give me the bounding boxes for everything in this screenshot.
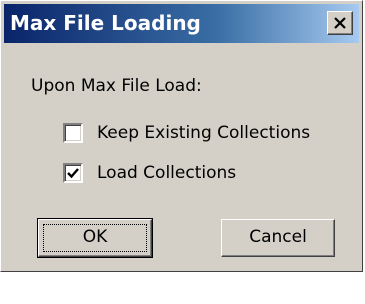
load-collections-checkbox[interactable]: [63, 163, 83, 183]
keep-existing-collections-label[interactable]: Keep Existing Collections: [97, 123, 310, 143]
dialog-title: Max File Loading: [10, 11, 201, 35]
close-button[interactable]: [327, 11, 353, 35]
close-x-icon: [334, 17, 346, 29]
keep-existing-collections-checkbox[interactable]: [63, 123, 83, 143]
load-prompt-label: Upon Max File Load:: [31, 76, 202, 96]
ok-button[interactable]: OK: [37, 218, 153, 258]
cancel-button[interactable]: Cancel: [221, 219, 335, 257]
max-file-loading-dialog: Max File Loading Upon Max File Load: Kee…: [0, 0, 363, 272]
focus-rectangle: [43, 224, 147, 252]
cancel-button-label: Cancel: [249, 227, 307, 247]
title-bar[interactable]: Max File Loading: [4, 4, 359, 43]
checkmark-icon: [67, 168, 79, 179]
load-collections-label[interactable]: Load Collections: [97, 163, 236, 183]
